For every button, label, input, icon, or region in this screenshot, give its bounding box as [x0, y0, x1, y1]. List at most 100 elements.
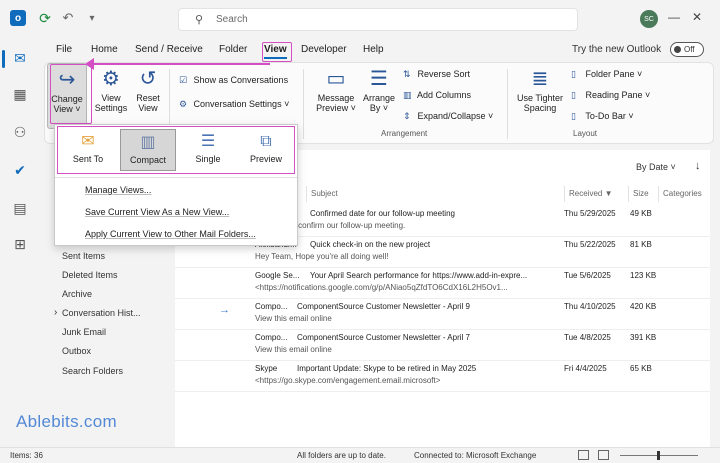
add-columns-button[interactable]: ▥ Add Columns — [403, 90, 471, 101]
compact-view-icon: ▥ — [140, 134, 156, 151]
envelope-icon: ✉ — [81, 133, 95, 150]
reverse-sort-button[interactable]: ⇅ Reverse Sort — [403, 69, 470, 80]
folder-junk-email[interactable]: Junk Email — [62, 327, 106, 337]
use-tighter-spacing-button[interactable]: ≣ Use Tighter Spacing — [511, 63, 569, 113]
tasks-check-icon[interactable]: ✔ — [10, 160, 30, 180]
message-preview-label-2: Preview ˅ — [316, 103, 356, 113]
tab-folder[interactable]: Folder — [219, 44, 247, 55]
conversation-settings-icon: ⚙ — [179, 99, 188, 109]
conversation-settings-label: Conversation Settings ˅ — [193, 99, 290, 109]
table-row[interactable]: Compo... ComponentSource Customer Newsle… — [175, 330, 710, 361]
arrange-by-button[interactable]: ☰ Arrange By ˅ — [359, 63, 399, 113]
view-option-compact[interactable]: ▥ Compact — [120, 129, 176, 171]
view-option-label: Compact — [129, 155, 166, 165]
try-new-outlook-label: Try the new Outlook — [572, 44, 662, 55]
expand-collapse-label: Expand/Collapse ˅ — [417, 111, 494, 121]
zoom-slider-handle[interactable] — [657, 451, 660, 460]
calendar-icon[interactable]: ▦ — [10, 84, 30, 104]
message-sender: Google Se... — [255, 271, 300, 280]
view-option-single[interactable]: ☰ Single — [180, 129, 236, 171]
undo-icon[interactable]: ↶ — [60, 10, 76, 26]
column-size[interactable]: Size — [628, 186, 658, 202]
brand-watermark: Ablebits.com — [16, 412, 117, 431]
sort-direction-arrow-icon[interactable]: ↓ — [695, 160, 701, 172]
apply-view-menu-item[interactable]: Apply Current View to Other Mail Folders… — [85, 229, 256, 239]
arrangement-group-label: Arrangement — [381, 129, 428, 138]
search-icon: ⚲ — [195, 14, 204, 26]
folder-pane-button[interactable]: ▯ Folder Pane ˅ — [571, 69, 642, 80]
tab-home[interactable]: Home — [91, 44, 118, 55]
message-size: 420 KB — [630, 302, 657, 311]
close-icon[interactable]: ✕ — [692, 10, 702, 24]
todo-bar-button[interactable]: ▯ To-Do Bar ˅ — [571, 111, 634, 122]
tab-help[interactable]: Help — [363, 44, 384, 55]
show-as-conversations-checkbox[interactable]: ☑ Show as Conversations — [179, 75, 288, 86]
folder-pane-icon: ▯ — [571, 69, 576, 79]
column-received[interactable]: Received ▼ — [564, 186, 628, 202]
add-columns-label: Add Columns — [417, 90, 472, 100]
normal-view-icon[interactable] — [578, 450, 589, 460]
folder-conversation-history[interactable]: Conversation Hist... — [54, 307, 140, 318]
checkbox-checked-icon: ☑ — [179, 75, 188, 85]
expand-collapse-button[interactable]: ⇕ Expand/Collapse ˅ — [403, 111, 493, 122]
table-row[interactable]: Google Se... Your April Search performan… — [175, 268, 710, 299]
view-option-preview[interactable]: ⧉ Preview — [238, 129, 294, 171]
search-input[interactable]: ⚲ Search — [178, 8, 578, 31]
folder-outbox[interactable]: Outbox — [62, 346, 91, 356]
message-subject: Quick check-in on the new project — [310, 240, 431, 249]
reading-pane-label: Reading Pane ˅ — [585, 90, 651, 100]
message-date: Fri 4/4/2025 — [564, 364, 607, 373]
reading-view-icon[interactable] — [598, 450, 609, 460]
view-settings-button[interactable]: ⚙ View Settings — [91, 63, 131, 113]
message-size: 49 KB — [630, 209, 652, 218]
reset-view-button[interactable]: ↺ Reset View — [131, 63, 165, 113]
table-row[interactable]: → Compo... ComponentSource Customer News… — [175, 299, 710, 330]
people-icon[interactable]: ⚇ — [10, 122, 30, 142]
table-row[interactable]: Skype Important Update: Skype to be reti… — [175, 361, 710, 392]
navigation-rail: ✉ ▦ ⚇ ✔ ▤ ⊞ — [0, 38, 40, 447]
add-columns-icon: ▥ — [403, 90, 412, 100]
folder-deleted-items[interactable]: Deleted Items — [62, 270, 118, 280]
message-subject: ComponentSource Customer Newsletter - Ap… — [297, 302, 470, 311]
conversation-settings-button[interactable]: ⚙ Conversation Settings ˅ — [179, 99, 289, 110]
quick-access-dropdown-icon[interactable]: ▾ — [84, 10, 100, 26]
view-option-label: Sent To — [72, 154, 104, 164]
message-size: 123 KB — [630, 271, 657, 280]
save-view-menu-item[interactable]: Save Current View As a New View... — [85, 207, 229, 217]
message-preview: Hey Team, Hope you're all doing well! — [255, 252, 389, 261]
minimize-icon[interactable]: — — [668, 10, 680, 24]
new-outlook-toggle[interactable]: Off — [670, 42, 704, 57]
message-date: Tue 5/6/2025 — [564, 271, 611, 280]
reset-view-label-1: Reset — [136, 93, 160, 103]
column-subject[interactable]: Subject — [306, 186, 564, 202]
manage-views-menu-item[interactable]: Manage Views... — [85, 185, 151, 195]
reverse-sort-label: Reverse Sort — [417, 69, 471, 79]
message-subject: ComponentSource Customer Newsletter - Ap… — [297, 333, 470, 342]
column-categories[interactable]: Categories — [658, 186, 710, 202]
arrange-by-icon: ☰ — [370, 68, 388, 90]
folder-search-folders[interactable]: Search Folders — [62, 366, 123, 376]
tab-developer[interactable]: Developer — [301, 44, 347, 55]
annotation-arrowhead — [85, 58, 94, 70]
tab-send-receive[interactable]: Send / Receive — [135, 44, 203, 55]
view-tab-highlight — [262, 42, 292, 62]
sort-by-date-dropdown[interactable]: By Date ˅ — [636, 162, 676, 172]
mail-icon[interactable]: ✉ — [10, 48, 30, 68]
message-preview-button[interactable]: ▭ Message Preview ˅ — [313, 63, 359, 113]
outlook-logo-icon: o — [10, 10, 26, 26]
view-option-sent-to[interactable]: ✉ Sent To — [60, 129, 116, 171]
toggle-label: Off — [684, 45, 695, 54]
sync-icon[interactable]: ⟳ — [37, 10, 53, 26]
folder-archive[interactable]: Archive — [62, 289, 92, 299]
reading-pane-button[interactable]: ▯ Reading Pane ˅ — [571, 90, 650, 101]
tab-file[interactable]: File — [56, 44, 72, 55]
message-size: 391 KB — [630, 333, 657, 342]
message-preview: <https://notifications.google.com/g/p/AN… — [255, 283, 508, 292]
notes-icon[interactable]: ▤ — [10, 198, 30, 218]
apps-icon[interactable]: ⊞ — [10, 234, 30, 254]
message-sender: Compo... — [255, 333, 288, 342]
view-option-label: Preview — [249, 154, 282, 164]
avatar[interactable]: SC — [640, 10, 658, 28]
folder-sent-items[interactable]: Sent Items — [62, 251, 105, 261]
toggle-knob — [674, 46, 681, 53]
